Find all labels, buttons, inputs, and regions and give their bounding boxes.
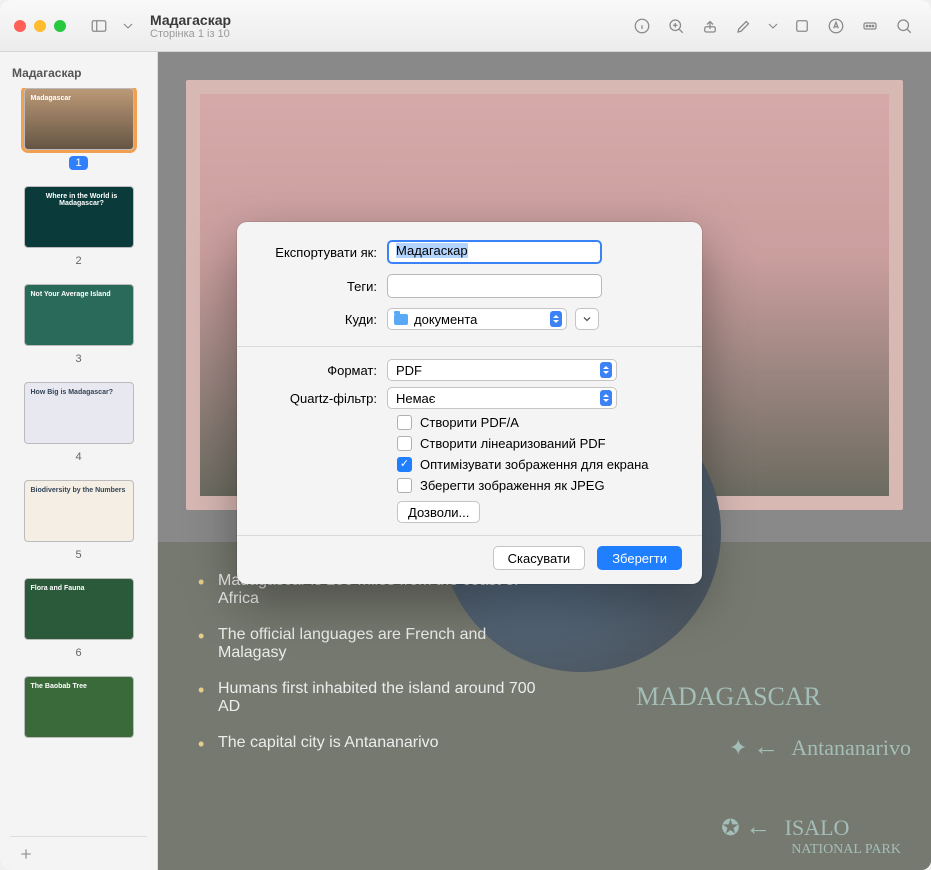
chevron-down-icon[interactable] <box>120 13 136 39</box>
bullet-item: The official languages are French and Ma… <box>198 626 558 662</box>
thumbnail-item[interactable]: Biodiversity by the Numbers 5 <box>10 480 147 562</box>
bullet-list: Madagascar is 250 miles from the coast o… <box>198 572 558 752</box>
markup-icon[interactable] <box>731 13 757 39</box>
expand-browser-button[interactable] <box>575 308 599 330</box>
document-title-block: Мадагаскар Сторінка 1 із 10 <box>150 12 231 40</box>
export-dialog: Експортувати як: Мадагаскар Теги: Куди: … <box>237 222 702 584</box>
pdfa-checkbox[interactable] <box>397 415 412 430</box>
quartz-filter-select[interactable]: Немає <box>387 387 617 409</box>
thumbnail-item[interactable]: Flora and Fauna 6 <box>10 578 147 660</box>
search-icon[interactable] <box>891 13 917 39</box>
folder-icon <box>394 314 408 325</box>
text-style-icon[interactable] <box>823 13 849 39</box>
crop-icon[interactable] <box>789 13 815 39</box>
info-icon[interactable] <box>629 13 655 39</box>
slide-lower: Madagascar is 250 miles from the coast o… <box>158 542 931 870</box>
sidebar-toggle-icon[interactable] <box>86 13 112 39</box>
select-stepper-icon <box>600 390 612 406</box>
minimize-window-icon[interactable] <box>34 20 46 32</box>
close-window-icon[interactable] <box>14 20 26 32</box>
quartz-filter-label: Quartz-фільтр: <box>257 391 387 406</box>
export-as-label: Експортувати як: <box>257 245 387 260</box>
optimize-images-checkbox[interactable] <box>397 457 412 472</box>
page-indicator: Сторінка 1 із 10 <box>150 28 231 40</box>
where-label: Куди: <box>257 312 387 327</box>
thumbnail-sidebar: Мадагаскар Madagascar 1 Where in the Wor… <box>0 52 158 870</box>
save-button[interactable]: Зберегти <box>597 546 682 570</box>
arrow-icon: ← <box>745 812 771 841</box>
select-stepper-icon <box>550 311 562 327</box>
window-controls <box>14 20 66 32</box>
tags-label: Теги: <box>257 279 387 294</box>
thumbnail-number: 2 <box>69 254 87 268</box>
thumbnail-item[interactable]: The Baobab Tree <box>10 676 147 738</box>
thumbnail-number: 4 <box>69 450 87 464</box>
sidebar-title: Мадагаскар <box>12 66 145 80</box>
hand-label-park: ✪ ← ISALO NATIONAL PARK <box>721 812 901 858</box>
thumbnail-item[interactable]: Not Your Average Island 3 <box>10 284 147 366</box>
permissions-button[interactable]: Дозволи... <box>397 501 480 523</box>
document-title: Мадагаскар <box>150 12 231 28</box>
linearized-label: Створити лінеаризований PDF <box>420 436 606 451</box>
add-page-button[interactable] <box>10 836 147 870</box>
thumbnail-item[interactable]: Where in the World is Madagascar? 2 <box>10 186 147 268</box>
hand-label-country: MADAGASCAR <box>636 682 821 712</box>
save-as-jpeg-checkbox[interactable] <box>397 478 412 493</box>
thumbnail-number: 5 <box>69 548 87 562</box>
thumbnail-list[interactable]: Madagascar 1 Where in the World is Madag… <box>10 88 147 836</box>
tags-input[interactable] <box>387 274 602 298</box>
save-as-jpeg-label: Зберегти зображення як JPEG <box>420 478 605 493</box>
select-stepper-icon <box>600 362 612 378</box>
more-icon[interactable] <box>857 13 883 39</box>
export-filename-input[interactable]: Мадагаскар <box>387 240 602 264</box>
titlebar: Мадагаскар Сторінка 1 із 10 <box>0 0 931 52</box>
star-icon: ✦ <box>729 735 747 760</box>
thumbnail-item[interactable]: How Big is Madagascar? 4 <box>10 382 147 464</box>
zoom-window-icon[interactable] <box>54 20 66 32</box>
format-select[interactable]: PDF <box>387 359 617 381</box>
cancel-button[interactable]: Скасувати <box>493 546 586 570</box>
linearized-checkbox[interactable] <box>397 436 412 451</box>
where-select[interactable]: документа <box>387 308 567 330</box>
thumbnail-number: 3 <box>69 352 87 366</box>
hand-label-capital: ✦ ← Antananarivo <box>729 732 911 762</box>
chevron-down-icon[interactable] <box>765 13 781 39</box>
thumbnail-item[interactable]: Madagascar 1 <box>10 88 147 170</box>
bullet-item: Humans first inhabited the island around… <box>198 680 558 716</box>
share-icon[interactable] <box>697 13 723 39</box>
thumbnail-number: 1 <box>69 156 87 170</box>
arrow-icon: ← <box>753 732 779 761</box>
optimize-images-label: Оптимізувати зображення для екрана <box>420 457 649 472</box>
pdfa-label: Створити PDF/A <box>420 415 519 430</box>
zoom-icon[interactable] <box>663 13 689 39</box>
format-label: Формат: <box>257 363 387 378</box>
thumbnail-number: 6 <box>69 646 87 660</box>
star-icon: ✪ <box>721 815 739 840</box>
bullet-item: The capital city is Antananarivo <box>198 734 558 752</box>
